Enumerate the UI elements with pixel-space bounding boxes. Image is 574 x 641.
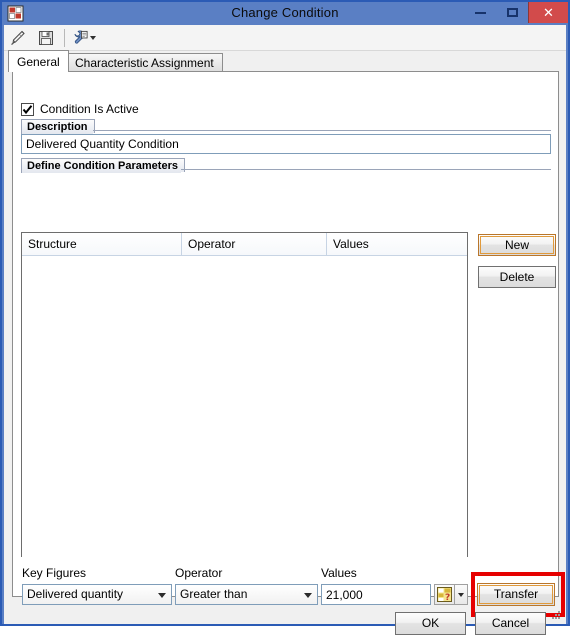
- condition-parameters-table[interactable]: Structure Operator Values: [21, 232, 468, 557]
- operator-select[interactable]: Greater than: [175, 584, 318, 605]
- value-help-dropdown-button[interactable]: [455, 584, 468, 605]
- svg-text:?: ?: [445, 593, 450, 602]
- operator-value: Greater than: [180, 587, 248, 601]
- new-button[interactable]: New: [478, 234, 556, 256]
- operator-label: Operator: [175, 566, 223, 580]
- settings-menu-button[interactable]: [72, 27, 96, 49]
- chevron-down-icon: [158, 593, 166, 598]
- general-tab-page: Condition Is Active Description Define C…: [12, 71, 565, 617]
- delete-button[interactable]: Delete: [478, 266, 556, 288]
- resize-grip[interactable]: [550, 609, 562, 621]
- transfer-button[interactable]: Transfer: [477, 583, 555, 606]
- description-group-header: Description: [21, 119, 551, 134]
- check-icon: [22, 104, 33, 114]
- chevron-down-icon: [458, 592, 464, 597]
- window-controls: ✕: [464, 2, 568, 25]
- column-header-values[interactable]: Values: [327, 233, 467, 255]
- chevron-down-icon: [304, 593, 312, 598]
- cancel-button[interactable]: Cancel: [475, 612, 546, 635]
- column-header-structure[interactable]: Structure: [22, 233, 182, 255]
- condition-is-active-checkbox[interactable]: [21, 102, 34, 116]
- tab-strip: General Characteristic Assignment: [4, 50, 566, 72]
- condition-is-active-row[interactable]: Condition Is Active: [21, 102, 139, 116]
- ok-button[interactable]: OK: [395, 612, 466, 635]
- group-header-rule: [181, 169, 551, 173]
- maximize-button[interactable]: [496, 2, 528, 23]
- tab-general[interactable]: General: [8, 50, 69, 72]
- table-header-row: Structure Operator Values: [22, 233, 467, 256]
- value-help-icon[interactable]: ?: [434, 584, 455, 605]
- key-figures-value: Delivered quantity: [27, 587, 124, 601]
- parameters-group-header: Define Condition Parameters: [21, 158, 551, 173]
- edit-button[interactable]: [7, 27, 31, 49]
- column-header-operator[interactable]: Operator: [182, 233, 327, 255]
- key-figures-label: Key Figures: [22, 566, 87, 580]
- minimize-icon: [474, 11, 486, 14]
- minimize-button[interactable]: [464, 2, 496, 23]
- chevron-down-icon: [90, 35, 96, 40]
- client-area: General Characteristic Assignment Condit…: [4, 25, 566, 635]
- save-button[interactable]: [34, 27, 58, 49]
- toolbar-separator: [64, 28, 65, 47]
- values-input[interactable]: [321, 584, 431, 605]
- parameters-group-label: Define Condition Parameters: [21, 158, 185, 173]
- change-condition-window: Change Condition ✕ General Characteristi…: [0, 0, 570, 635]
- table-body[interactable]: [22, 256, 467, 557]
- condition-is-active-label: Condition Is Active: [40, 102, 139, 116]
- key-figures-select[interactable]: Delivered quantity: [22, 584, 172, 605]
- close-button[interactable]: ✕: [528, 2, 568, 23]
- description-input[interactable]: [21, 134, 551, 154]
- title-bar[interactable]: Change Condition ✕: [2, 2, 568, 25]
- values-label: Values: [321, 566, 357, 580]
- toolbar: [4, 25, 566, 51]
- tab-characteristic-assignment[interactable]: Characteristic Assignment: [66, 53, 223, 72]
- description-group-label: Description: [21, 119, 95, 134]
- maximize-icon: [506, 8, 518, 17]
